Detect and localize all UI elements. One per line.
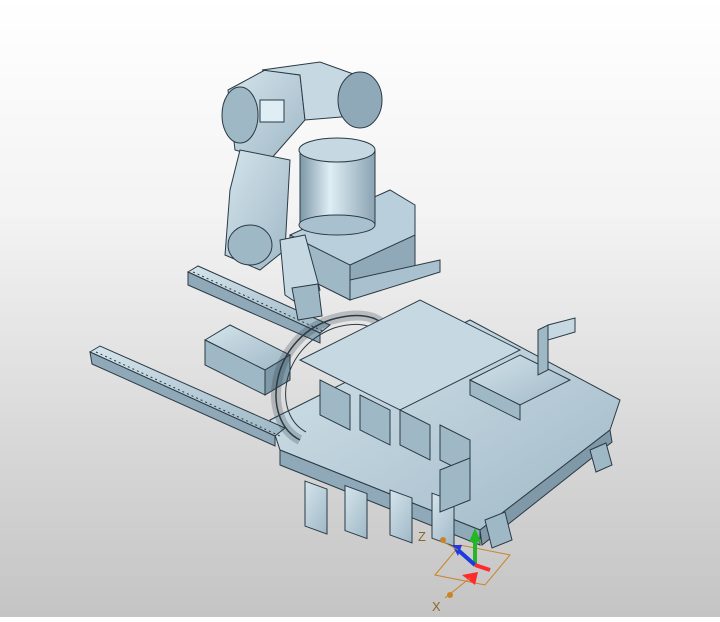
- assembly-model[interactable]: [0, 0, 720, 617]
- z-handle-icon[interactable]: [440, 537, 446, 543]
- robot-base-cylinder: [298, 137, 376, 236]
- z-axis-arrow[interactable]: [456, 548, 477, 567]
- x-axis-arrow[interactable]: [474, 563, 491, 572]
- cad-3d-viewport[interactable]: Z X: [0, 0, 720, 617]
- z-axis-label: Z: [418, 529, 426, 544]
- x-axis-label: X: [432, 599, 441, 614]
- x-handle-icon[interactable]: [447, 592, 453, 598]
